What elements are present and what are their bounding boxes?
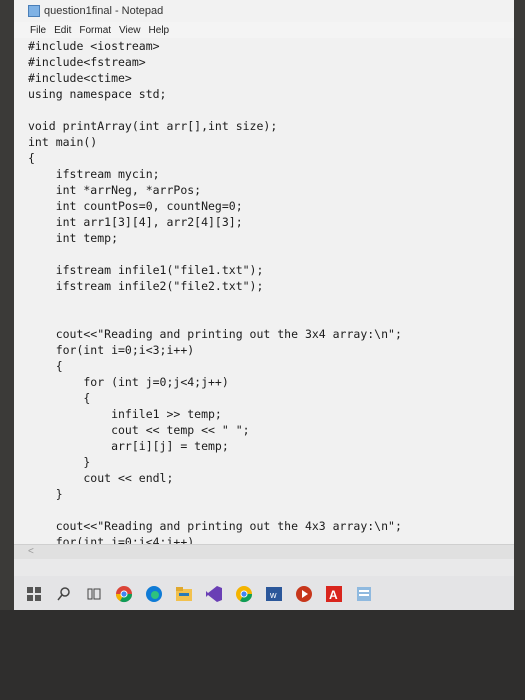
code-text: #include <iostream> #include<fstream> #inc… xyxy=(28,38,402,544)
acrobat-icon[interactable]: A xyxy=(324,584,344,604)
media-icon[interactable] xyxy=(294,584,314,604)
word-icon[interactable]: w xyxy=(264,584,284,604)
menu-edit[interactable]: Edit xyxy=(54,25,71,36)
menu-view[interactable]: View xyxy=(119,25,141,36)
notepad-icon[interactable] xyxy=(354,584,374,604)
title-bar: question1final - Notepad xyxy=(14,0,514,22)
screen: question1final - Notepad File Edit Forma… xyxy=(14,0,514,610)
horizontal-scrollbar[interactable]: < xyxy=(14,544,514,559)
code-line: } xyxy=(28,455,91,469)
code-line: for (int j=0;j<4;j++) xyxy=(28,375,229,389)
svg-text:w: w xyxy=(269,590,277,600)
window-title: question1final - Notepad xyxy=(44,5,164,17)
monitor-bezel xyxy=(0,610,525,700)
code-line: int countPos=0, countNeg=0; xyxy=(28,199,243,213)
menu-file[interactable]: File xyxy=(30,25,46,36)
code-line: #include<ctime> xyxy=(28,71,132,85)
code-line: { xyxy=(28,391,91,405)
chrome-alt-icon[interactable] xyxy=(234,584,254,604)
code-line: #include <iostream> xyxy=(28,39,160,53)
menu-format[interactable]: Format xyxy=(79,25,111,36)
code-line: { xyxy=(28,151,35,165)
svg-text:A: A xyxy=(329,588,338,602)
code-line: arr[i][j] = temp; xyxy=(28,439,229,453)
text-editor[interactable]: #include <iostream> #include<fstream> #inc… xyxy=(14,38,514,544)
code-line: ifstream mycin; xyxy=(28,167,160,181)
search-icon[interactable] xyxy=(54,584,74,604)
code-line: cout << endl; xyxy=(28,471,174,485)
code-line: infile1 >> temp; xyxy=(28,407,222,421)
code-line: ifstream infile2("file2.txt"); xyxy=(28,279,264,293)
code-line: cout<<"Reading and printing out the 4x3 … xyxy=(28,519,402,533)
code-line: #include<fstream> xyxy=(28,55,146,69)
code-line: void printArray(int arr[],int size); xyxy=(28,119,278,133)
code-line: int arr1[3][4], arr2[4][3]; xyxy=(28,215,243,229)
code-line: ifstream infile1("file1.txt"); xyxy=(28,263,264,277)
notepad-app-icon xyxy=(28,5,40,17)
code-line: int *arrNeg, *arrPos; xyxy=(28,183,202,197)
windows-start-icon[interactable] xyxy=(24,584,44,604)
taskbar: w A xyxy=(14,576,514,612)
code-line: cout<<"Reading and printing out the 3x4 … xyxy=(28,327,402,341)
edge-icon[interactable] xyxy=(144,584,164,604)
menu-help[interactable]: Help xyxy=(149,25,170,36)
chrome-icon[interactable] xyxy=(114,584,134,604)
code-line: int temp; xyxy=(28,231,119,245)
visual-studio-icon[interactable] xyxy=(204,584,224,604)
menu-bar: File Edit Format View Help xyxy=(14,22,514,38)
code-line: { xyxy=(28,359,63,373)
code-line: int main() xyxy=(28,135,98,149)
code-line: } xyxy=(28,487,63,501)
task-view-icon[interactable] xyxy=(84,584,104,604)
code-line: using namespace std; xyxy=(28,87,167,101)
code-line: cout << temp << " "; xyxy=(28,423,250,437)
file-explorer-icon[interactable] xyxy=(174,584,194,604)
code-line: for(int i=0;i<4;i++) xyxy=(28,535,195,544)
code-line: for(int i=0;i<3;i++) xyxy=(28,343,195,357)
scroll-left-icon[interactable]: < xyxy=(28,546,34,557)
